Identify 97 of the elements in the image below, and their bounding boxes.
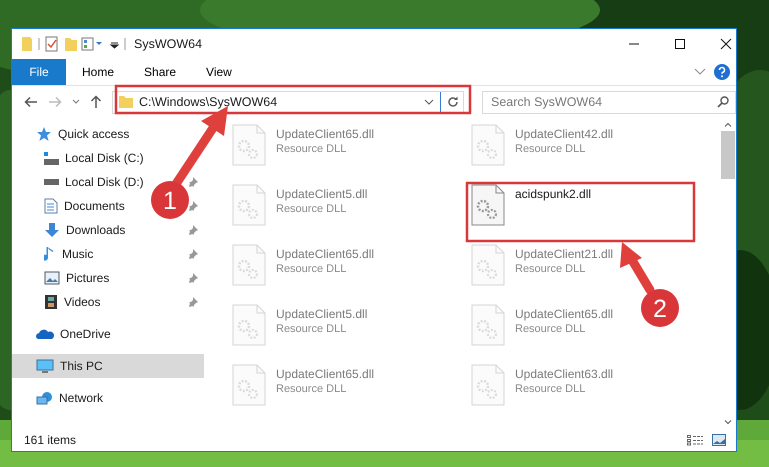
music-note-icon [44,246,56,262]
sidebar-item[interactable]: This PC [12,354,204,378]
file-item[interactable]: UpdateClient63.dll Resource DLL [471,364,614,406]
drive-icon [44,179,59,185]
file-tab[interactable]: File [12,59,66,85]
dll-file-icon [232,184,266,226]
file-type: Resource DLL [276,263,348,275]
cloud-icon [36,328,54,340]
maximize-icon[interactable] [674,38,686,50]
scrollbar-thumb[interactable] [721,131,735,179]
file-type: Resource DLL [515,383,586,395]
sidebar-item[interactable]: Documents [12,194,129,218]
refresh-icon[interactable] [447,96,459,108]
download-arrow-icon [44,222,60,238]
file-item[interactable]: UpdateClient21.dll Resource DLL [471,244,614,286]
dll-file-icon [232,124,266,166]
file-name: UpdateClient63.dll [515,367,614,381]
sidebar-item[interactable]: Videos [12,290,104,314]
address-path: C:\Windows\SysWOW64 [139,95,278,109]
dll-file-icon [232,244,266,286]
monitor-icon [36,358,54,374]
film-icon [44,294,58,310]
file-name: UpdateClient5.dll [276,307,368,321]
chevron-down-icon[interactable] [424,99,434,105]
dll-file-icon [232,304,266,346]
help-icon[interactable] [714,64,730,80]
file-name: UpdateClient65.dll [276,367,374,381]
file-item[interactable]: UpdateClient5.dll Resource DLL [232,304,368,346]
file-name: UpdateClient65.dll [276,127,374,141]
sidebar-item[interactable]: Pictures [12,266,114,290]
document-icon [44,198,58,214]
file-type: Resource DLL [276,383,348,395]
callout-arrow [620,242,654,294]
ribbon-tab[interactable]: View [192,65,246,79]
chevron-up-icon[interactable] [724,122,732,127]
dll-file-icon [232,364,266,406]
file-item[interactable]: UpdateClient65.dll Resource DLL [232,124,374,166]
file-item[interactable]: acidspunk2.dll [471,184,592,226]
file-type: Resource DLL [276,323,348,335]
file-item[interactable]: UpdateClient42.dll Resource DLL [471,124,614,166]
sidebar-item[interactable]: OneDrive [12,322,204,346]
dll-file-icon [471,244,505,286]
star-icon [36,126,52,142]
ribbon-tab[interactable]: Share [130,65,190,79]
close-icon[interactable] [720,38,732,50]
large-icons-view-icon[interactable] [712,434,726,446]
sidebar-item[interactable]: Downloads [12,218,130,242]
search-icon[interactable] [717,96,729,108]
dll-file-icon [471,304,505,346]
chevron-down-icon[interactable] [694,68,706,76]
file-type: Resource DLL [276,143,348,155]
item-count: 161 items [24,433,76,447]
picture-icon [44,271,60,285]
file-type: Resource DLL [276,203,348,215]
chevron-down-icon[interactable] [72,99,80,105]
pin-icon[interactable] [188,273,198,283]
ribbon-tab[interactable]: Home [68,65,128,79]
pin-icon[interactable] [188,297,198,307]
file-type: Resource DLL [515,263,586,275]
file-name: acidspunk2.dll [515,187,592,201]
dll-file-icon [471,364,505,406]
file-type: Resource DLL [515,143,586,155]
back-arrow-icon[interactable] [24,96,38,108]
callout-badge: 1 [151,181,189,219]
search-field[interactable]: Search SysWOW64 [491,95,717,109]
file-item[interactable]: UpdateClient65.dll Resource DLL [232,364,374,406]
quick-access-toolbar-drawing[interactable] [20,34,126,54]
file-item[interactable]: UpdateClient65.dll Resource DLL [471,304,614,346]
drive-icon [44,152,59,164]
file-item[interactable]: UpdateClient65.dll Resource DLL [232,244,374,286]
callout-badge: 2 [641,289,679,327]
file-name: UpdateClient5.dll [276,187,368,201]
pin-icon[interactable] [188,177,198,187]
pin-icon[interactable] [188,225,198,235]
file-name: UpdateClient42.dll [515,127,614,141]
file-name: UpdateClient21.dll [515,247,614,261]
dll-file-icon [471,124,505,166]
sidebar-item[interactable]: Network [12,386,204,410]
details-view-icon[interactable] [686,434,704,446]
file-item[interactable]: UpdateClient5.dll Resource DLL [232,184,368,226]
sidebar-item[interactable]: Quick access [12,122,204,146]
file-name: UpdateClient65.dll [276,247,374,261]
pin-icon[interactable] [188,201,198,211]
sidebar-item[interactable]: Local Disk (C:) [12,146,148,170]
folder-icon [119,96,133,108]
dll-file-icon [471,184,505,226]
address-bar[interactable]: C:\Windows\SysWOW64 [112,90,464,114]
file-type: Resource DLL [515,323,586,335]
sidebar-item[interactable]: Local Disk (D:) [12,170,148,194]
sidebar-item[interactable]: Music [12,242,98,266]
chevron-down-icon[interactable] [724,420,732,425]
network-icon [36,391,53,405]
search-box[interactable]: Search SysWOW64 [482,90,736,114]
up-arrow-icon[interactable] [90,95,102,109]
window-title: SysWOW64 [134,37,202,51]
file-name: UpdateClient65.dll [515,307,614,321]
pin-icon[interactable] [188,249,198,259]
